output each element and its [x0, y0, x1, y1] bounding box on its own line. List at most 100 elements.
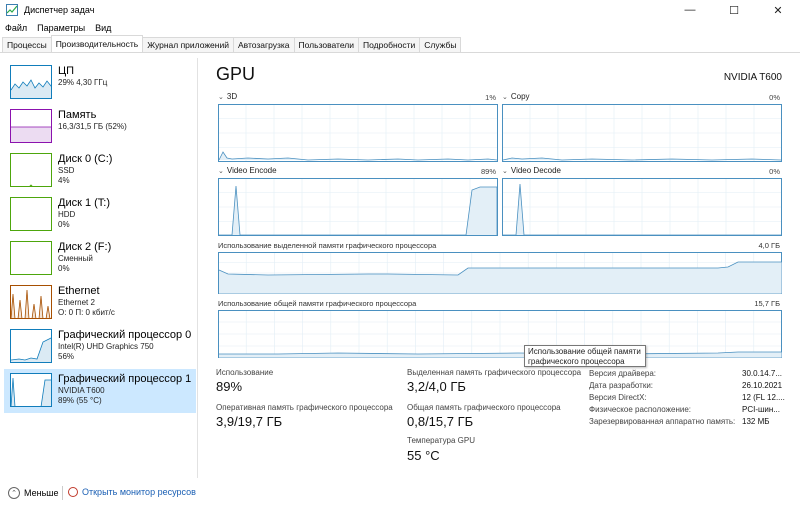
- dedicated-memory-label: Использование выделенной памяти графичес…: [218, 241, 437, 250]
- footer-divider: [62, 486, 63, 500]
- chevron-down-icon: ⌄: [502, 93, 508, 101]
- task-manager-icon: [6, 4, 18, 16]
- chevron-down-icon: ⌄: [502, 167, 508, 175]
- fewer-details-label: Меньше: [24, 488, 59, 498]
- sidebar-item-name: Диск 0 (C:): [58, 153, 113, 165]
- shared-memory-stat-label: Общая память графического процессора: [407, 403, 561, 412]
- disk-thumbnail: [10, 241, 52, 275]
- engine-copy-percent: 0%: [769, 93, 780, 102]
- sidebar-item-name: Память: [58, 109, 97, 121]
- sidebar-item-detail: HDD: [58, 210, 76, 219]
- tab-users[interactable]: Пользователи: [293, 37, 360, 52]
- engine-copy-label: Copy: [510, 92, 530, 101]
- dedicated-memory-max: 4,0 ГБ: [758, 241, 781, 250]
- sidebar-item-value: 56%: [58, 352, 75, 361]
- tab-app-history[interactable]: Журнал приложений: [142, 37, 234, 52]
- engine-video-encode-selector[interactable]: ⌄ Video Encode: [218, 166, 277, 175]
- engine-3d-graph: [218, 104, 498, 162]
- open-resource-monitor-link[interactable]: Открыть монитор ресурсов: [68, 487, 196, 497]
- sidebar-item-name: Графический процессор 0: [58, 329, 192, 341]
- engine-video-encode-graph: [218, 178, 498, 236]
- dedicated-memory-stat-label: Выделенная память графического процессор…: [407, 368, 582, 377]
- directx-version-value: 12 (FL 12....: [742, 393, 785, 402]
- utilization-value: 89%: [216, 379, 243, 394]
- menu-file[interactable]: Файл: [0, 23, 32, 33]
- sidebar-item-detail: 29% 4,30 ГГц: [58, 78, 108, 87]
- page-title: GPU: [216, 64, 256, 84]
- gpu-temperature-value: 55 °C: [407, 448, 440, 463]
- disk-thumbnail: [10, 197, 52, 231]
- sidebar-item-disk-0[interactable]: Диск 0 (C:) SSD 4%: [4, 149, 196, 193]
- sidebar-item-name: Ethernet: [58, 285, 100, 297]
- tab-processes[interactable]: Процессы: [2, 37, 52, 52]
- sidebar-item-detail: SSD: [58, 166, 75, 175]
- engine-video-decode-selector[interactable]: ⌄ Video Decode: [502, 166, 561, 175]
- sidebar-item-gpu-1[interactable]: Графический процессор 1 NVIDIA T600 89% …: [4, 369, 196, 413]
- sidebar-item-value: 0%: [58, 220, 70, 229]
- driver-version-value: 30.0.14.7...: [742, 369, 783, 378]
- tab-startup[interactable]: Автозагрузка: [232, 37, 295, 52]
- menu-view[interactable]: Вид: [90, 23, 116, 33]
- sidebar-item-disk-2[interactable]: Диск 2 (F:) Сменный 0%: [4, 237, 196, 281]
- sidebar-item-cpu[interactable]: ЦП 29% 4,30 ГГц: [4, 61, 196, 105]
- fewer-details-button[interactable]: ⌃ Меньше: [8, 487, 59, 499]
- driver-date-value: 26.10.2021: [742, 381, 783, 390]
- title-bar: Диспетчер задач — ☐ ✕: [0, 0, 800, 20]
- chevron-up-icon: ⌃: [8, 487, 20, 499]
- cpu-thumbnail: [10, 65, 52, 99]
- menu-bar: Файл Параметры Вид: [0, 20, 116, 36]
- driver-version-label: Версия драйвера:: [589, 369, 657, 378]
- sidebar-item-name: Диск 2 (F:): [58, 241, 112, 253]
- engine-video-encode-label: Video Encode: [226, 166, 277, 175]
- sidebar-item-gpu-0[interactable]: Графический процессор 0 Intel(R) UHD Gra…: [4, 325, 196, 369]
- engine-video-decode-label: Video Decode: [510, 166, 561, 175]
- tab-performance[interactable]: Производительность: [50, 35, 144, 52]
- sidebar-item-detail: NVIDIA T600: [58, 386, 105, 395]
- engine-3d-selector[interactable]: ⌄ 3D: [218, 92, 237, 101]
- tooltip: Использование общей памяти графического …: [524, 345, 646, 367]
- sidebar-item-ethernet[interactable]: Ethernet Ethernet 2 О: 0 П: 0 кбит/с: [4, 281, 196, 325]
- resource-sidebar: ЦП 29% 4,30 ГГц Память 16,3/31,5 ГБ (52%…: [0, 58, 198, 478]
- engine-copy-graph: [502, 104, 782, 162]
- resource-monitor-icon: [68, 487, 78, 497]
- minimize-button[interactable]: —: [668, 0, 712, 20]
- sidebar-item-value: 0%: [58, 264, 70, 273]
- footer: ⌃ Меньше Открыть монитор ресурсов: [0, 482, 800, 504]
- driver-date-label: Дата разработки:: [589, 381, 654, 390]
- sidebar-item-value: 89% (55 °C): [58, 396, 102, 405]
- close-button[interactable]: ✕: [756, 0, 800, 20]
- engine-3d-label: 3D: [226, 92, 238, 101]
- sidebar-item-detail: 16,3/31,5 ГБ (52%): [58, 122, 127, 131]
- gpu-temperature-label: Температура GPU: [407, 436, 476, 445]
- chevron-down-icon: ⌄: [218, 93, 224, 101]
- memory-thumbnail: [10, 109, 52, 143]
- engine-copy-selector[interactable]: ⌄ Copy: [502, 92, 530, 101]
- directx-version-label: Версия DirectX:: [589, 393, 647, 402]
- engine-video-decode-graph: [502, 178, 782, 236]
- sidebar-item-detail: Intel(R) UHD Graphics 750: [58, 342, 154, 351]
- tab-details[interactable]: Подробности: [358, 37, 421, 52]
- gpu-memory-value: 3,9/19,7 ГБ: [216, 414, 283, 429]
- dedicated-memory-stat-value: 3,2/4,0 ГБ: [407, 379, 466, 394]
- menu-options[interactable]: Параметры: [32, 23, 90, 33]
- sidebar-item-name: Диск 1 (T:): [58, 197, 111, 209]
- window-title: Диспетчер задач: [24, 5, 95, 15]
- sidebar-item-memory[interactable]: Память 16,3/31,5 ГБ (52%): [4, 105, 196, 149]
- maximize-button[interactable]: ☐: [712, 0, 756, 20]
- tab-services[interactable]: Службы: [419, 37, 462, 52]
- shared-memory-max: 15,7 ГБ: [754, 299, 780, 308]
- shared-memory-stat-value: 0,8/15,7 ГБ: [407, 414, 474, 429]
- dedicated-memory-graph: [218, 252, 782, 294]
- chevron-down-icon: ⌄: [218, 167, 224, 175]
- utilization-label: Использование: [216, 368, 274, 377]
- tab-divider: [0, 52, 800, 53]
- gpu-thumbnail: [10, 373, 52, 407]
- gpu-memory-label: Оперативная память графического процессо…: [216, 403, 393, 412]
- sidebar-item-detail: Сменный: [58, 254, 93, 263]
- engine-3d-percent: 1%: [485, 93, 496, 102]
- open-resource-monitor-label: Открыть монитор ресурсов: [82, 487, 196, 497]
- disk-thumbnail: [10, 153, 52, 187]
- gpu-model-name: NVIDIA T600: [723, 72, 782, 83]
- sidebar-item-name: Графический процессор 1: [58, 373, 192, 385]
- sidebar-item-disk-1[interactable]: Диск 1 (T:) HDD 0%: [4, 193, 196, 237]
